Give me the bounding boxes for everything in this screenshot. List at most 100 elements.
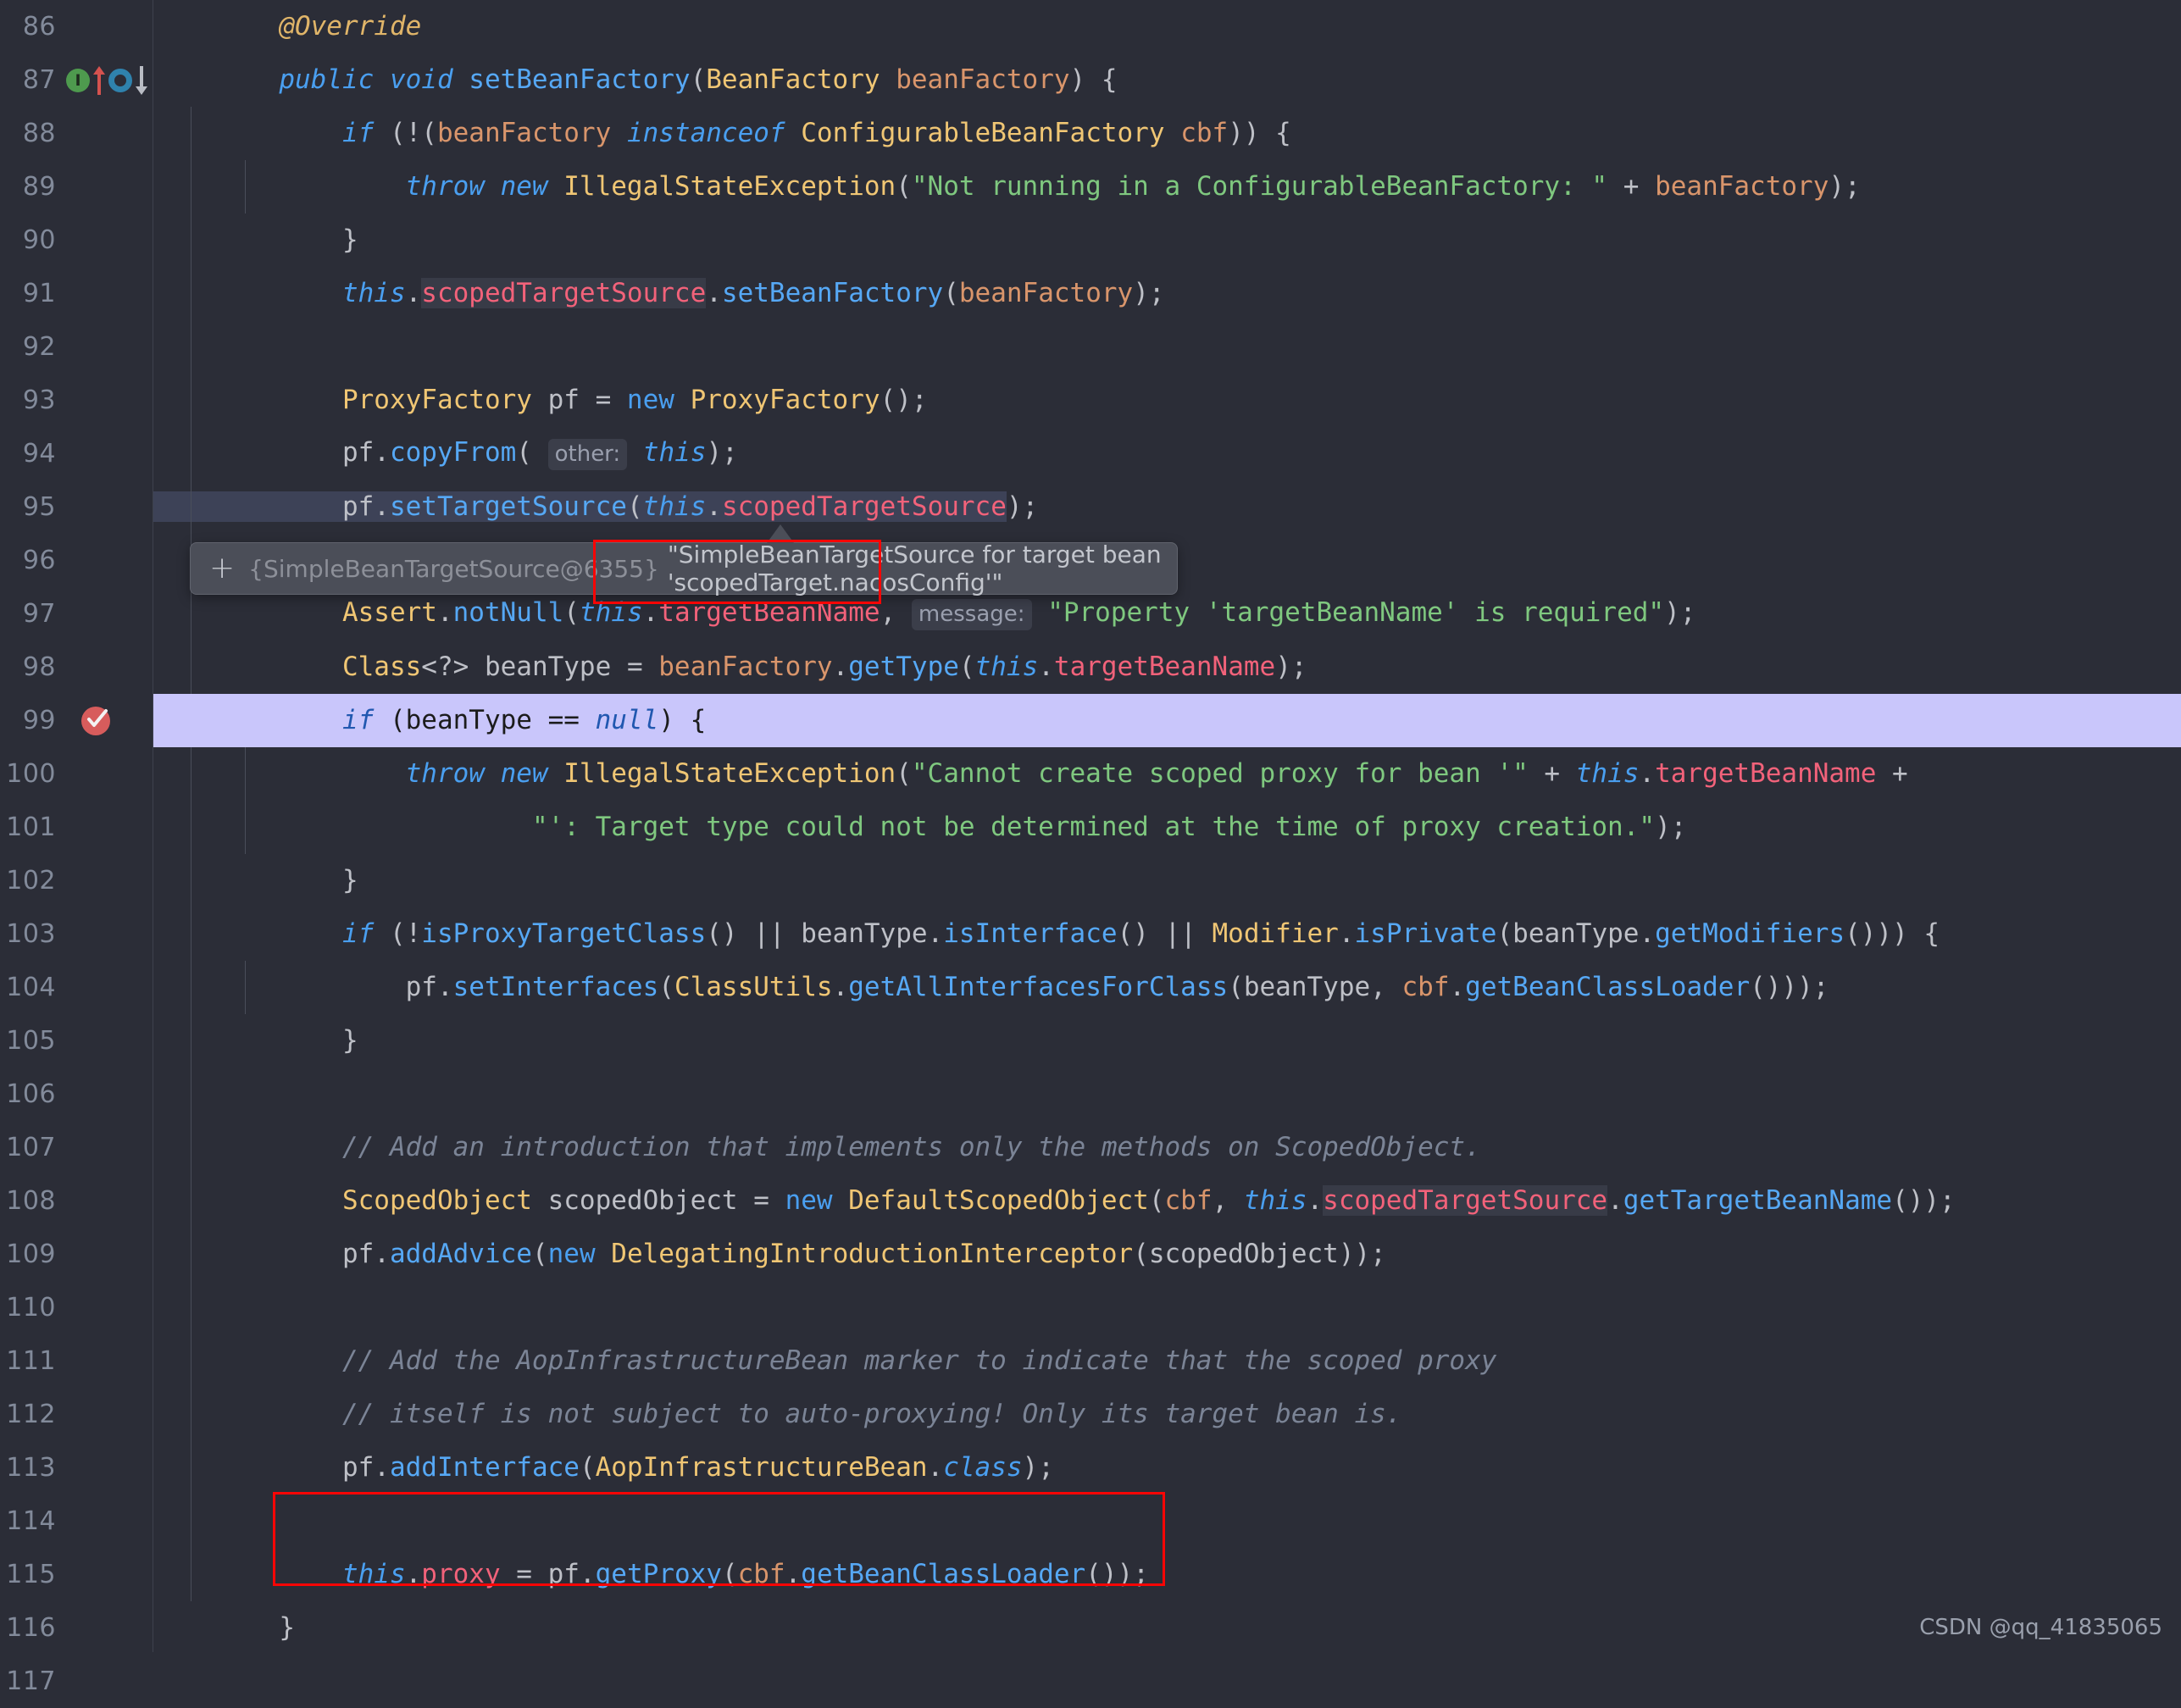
code-text[interactable]: pf.addAdvice(new DelegatingIntroductionI… [153, 1228, 2181, 1281]
gutter[interactable]: 103 [0, 907, 153, 961]
gutter-icon-slot[interactable] [58, 747, 153, 801]
gutter-icon-slot[interactable] [58, 1014, 153, 1068]
code-text[interactable]: pf.copyFrom( other: this); [153, 427, 2181, 480]
gutter[interactable]: 102 [0, 854, 153, 907]
gutter-icon-slot[interactable] [58, 1655, 153, 1708]
gutter-icon-slot[interactable] [58, 801, 153, 854]
gutter-icon-slot[interactable] [58, 694, 153, 747]
gutter[interactable]: 86 [0, 0, 153, 53]
gutter-icon-slot[interactable] [58, 1121, 153, 1174]
gutter[interactable]: 90 [0, 214, 153, 267]
code-text[interactable]: pf.setTargetSource(this.scopedTargetSour… [153, 480, 2181, 534]
gutter-icon-slot[interactable] [58, 374, 153, 427]
code-text[interactable]: } [153, 1601, 2181, 1655]
code-text[interactable]: pf.setInterfaces(ClassUtils.getAllInterf… [153, 961, 2181, 1014]
code-text[interactable]: if (!isProxyTargetClass() || beanType.is… [153, 907, 2181, 961]
code-line-row[interactable]: 92 [0, 320, 2181, 374]
gutter[interactable]: 88 [0, 107, 153, 160]
code-line-row[interactable]: 93 ProxyFactory pf = new ProxyFactory(); [0, 374, 2181, 427]
code-text[interactable] [153, 1655, 2181, 1708]
gutter[interactable]: 108 [0, 1174, 153, 1228]
gutter-icon-slot[interactable] [58, 907, 153, 961]
code-line-row[interactable]: 104 pf.setInterfaces(ClassUtils.getAllIn… [0, 961, 2181, 1014]
gutter-icon-slot[interactable] [58, 214, 153, 267]
gutter-icon-slot[interactable] [58, 480, 153, 534]
code-line-row[interactable]: 116 } [0, 1601, 2181, 1655]
code-text[interactable]: @Override [153, 0, 2181, 53]
down-arrow-icon[interactable] [136, 65, 147, 95]
gutter[interactable]: 87 I O [0, 53, 153, 107]
gutter-icon-slot[interactable] [58, 1601, 153, 1655]
gutter-icon-slot[interactable] [58, 1174, 153, 1228]
gutter-icon-slot[interactable] [58, 854, 153, 907]
code-line-row[interactable]: 107 // Add an introduction that implemen… [0, 1121, 2181, 1174]
gutter-icon-slot[interactable] [58, 1281, 153, 1334]
gutter-icon-slot[interactable] [58, 1228, 153, 1281]
gutter[interactable]: 116 [0, 1601, 153, 1655]
code-line-row[interactable]: 87 I O public void setBeanFactory(BeanFa… [0, 53, 2181, 107]
gutter-icon-slot[interactable] [58, 534, 153, 587]
implementing-method-icon[interactable]: I [66, 68, 90, 92]
gutter[interactable]: 96 [0, 534, 153, 587]
gutter-icon-slot[interactable] [58, 1494, 153, 1548]
code-text[interactable] [153, 320, 2181, 374]
code-line-row[interactable]: 89 throw new IllegalStateException("Not … [0, 160, 2181, 214]
code-line-row[interactable]: 109 pf.addAdvice(new DelegatingIntroduct… [0, 1228, 2181, 1281]
gutter[interactable]: 95 [0, 480, 153, 534]
gutter[interactable]: 113 [0, 1441, 153, 1494]
code-editor[interactable]: 86 @Override 87 I O public void setBeanF… [0, 0, 2181, 1696]
code-text[interactable]: throw new IllegalStateException("Cannot … [153, 747, 2181, 801]
code-line-row[interactable]: 102 } [0, 854, 2181, 907]
execution-line-row[interactable]: 99 if (beanType == null) { [0, 694, 2181, 747]
code-line-row[interactable]: 98 Class<?> beanType = beanFactory.getTy… [0, 640, 2181, 694]
gutter[interactable]: 101 [0, 801, 153, 854]
code-text[interactable]: pf.addInterface(AopInfrastructureBean.cl… [153, 1441, 2181, 1494]
gutter[interactable]: 98 [0, 640, 153, 694]
gutter[interactable]: 111 [0, 1334, 153, 1388]
gutter[interactable]: 114 [0, 1494, 153, 1548]
gutter-icon-slot[interactable] [58, 587, 153, 640]
code-text[interactable]: if (!(beanFactory instanceof Configurabl… [153, 107, 2181, 160]
code-line-row[interactable]: 88 if (!(beanFactory instanceof Configur… [0, 107, 2181, 160]
gutter-icon-slot[interactable]: I O [58, 53, 153, 107]
gutter[interactable]: 93 [0, 374, 153, 427]
code-line-row[interactable]: 94 pf.copyFrom( other: this); [0, 427, 2181, 480]
gutter-icon-slot[interactable] [58, 107, 153, 160]
gutter[interactable]: 100 [0, 747, 153, 801]
code-text[interactable]: this.proxy = pf.getProxy(cbf.getBeanClas… [153, 1548, 2181, 1601]
code-text[interactable] [153, 1068, 2181, 1121]
code-line-row[interactable]: 86 @Override [0, 0, 2181, 53]
gutter[interactable]: 110 [0, 1281, 153, 1334]
gutter[interactable]: 99 [0, 694, 153, 747]
code-line-row[interactable]: 113 pf.addInterface(AopInfrastructureBea… [0, 1441, 2181, 1494]
code-line-row[interactable]: 112 // itself is not subject to auto-pro… [0, 1388, 2181, 1441]
gutter[interactable]: 109 [0, 1228, 153, 1281]
code-text[interactable]: // itself is not subject to auto-proxyin… [153, 1388, 2181, 1441]
code-line-row[interactable]: 111 // Add the AopInfrastructureBean mar… [0, 1334, 2181, 1388]
code-line-row[interactable]: 101 "': Target type could not be determi… [0, 801, 2181, 854]
code-line-row[interactable]: 114 [0, 1494, 2181, 1548]
code-text[interactable]: // Add an introduction that implements o… [153, 1121, 2181, 1174]
code-text[interactable]: throw new IllegalStateException("Not run… [153, 160, 2181, 214]
up-arrow-icon[interactable] [93, 65, 105, 95]
gutter[interactable]: 104 [0, 961, 153, 1014]
code-line-row[interactable]: 90 } [0, 214, 2181, 267]
code-text[interactable]: Class<?> beanType = beanFactory.getType(… [153, 640, 2181, 694]
gutter-icon-slot[interactable] [58, 1334, 153, 1388]
code-text[interactable]: } [153, 1014, 2181, 1068]
code-text[interactable]: ProxyFactory pf = new ProxyFactory(); [153, 374, 2181, 427]
overriding-method-icon[interactable]: O [108, 68, 132, 92]
gutter[interactable]: 115 [0, 1548, 153, 1601]
code-line-row[interactable]: 103 if (!isProxyTargetClass() || beanTyp… [0, 907, 2181, 961]
gutter-icon-slot[interactable] [58, 1441, 153, 1494]
code-line-row[interactable]: 95 pf.setTargetSource(this.scopedTargetS… [0, 480, 2181, 534]
code-text[interactable]: // Add the AopInfrastructureBean marker … [153, 1334, 2181, 1388]
code-text[interactable]: if (beanType == null) { [153, 694, 2181, 747]
gutter-icon-slot[interactable] [58, 267, 153, 320]
gutter-icon-slot[interactable] [58, 1548, 153, 1601]
gutter[interactable]: 97 [0, 587, 153, 640]
gutter[interactable]: 107 [0, 1121, 153, 1174]
code-line-row[interactable]: 91 this.scopedTargetSource.setBeanFactor… [0, 267, 2181, 320]
gutter-icon-slot[interactable] [58, 1068, 153, 1121]
code-text[interactable]: } [153, 854, 2181, 907]
